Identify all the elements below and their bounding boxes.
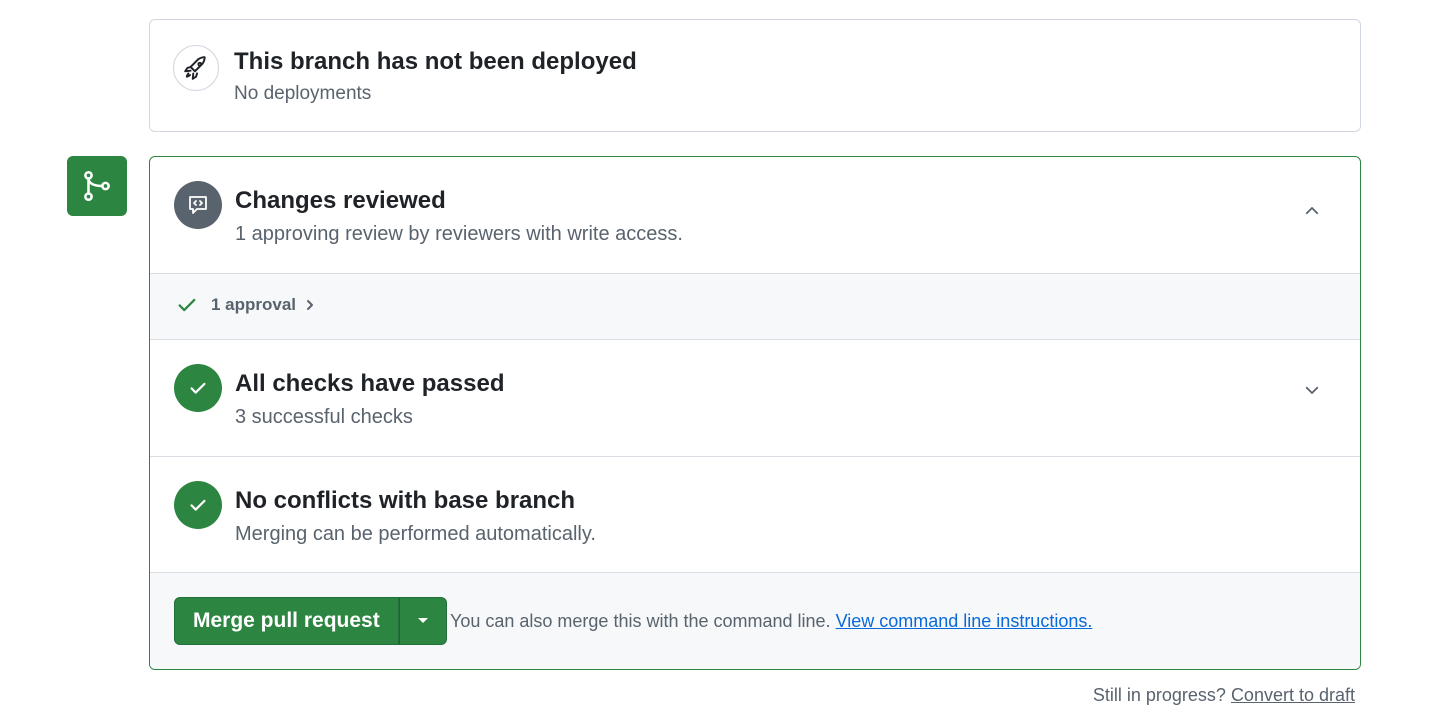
merge-button-group: Merge pull request xyxy=(174,597,447,645)
approval-label: 1 approval xyxy=(211,295,297,314)
code-review-icon xyxy=(174,181,222,229)
chevron-down-icon[interactable] xyxy=(1300,378,1324,402)
chevron-up-icon[interactable] xyxy=(1300,199,1324,223)
chevron-right-icon xyxy=(302,297,318,313)
check-icon xyxy=(176,294,198,316)
merge-status-panel: Changes reviewed 1 approving review by r… xyxy=(149,156,1361,670)
triangle-down-icon xyxy=(416,616,430,626)
review-section: Changes reviewed 1 approving review by r… xyxy=(150,157,1360,273)
draft-text: Still in progress? xyxy=(1092,685,1226,705)
approval-section: 1 approval xyxy=(150,273,1360,340)
checks-subtitle: 3 successful checks xyxy=(235,406,413,428)
deployment-subtitle: No deployments xyxy=(234,83,372,104)
merge-options-dropdown[interactable] xyxy=(398,597,447,645)
checks-title: All checks have passed xyxy=(235,370,505,397)
command-line-instructions-link[interactable]: View command line instructions. xyxy=(836,611,1093,631)
deployment-panel: This branch has not been deployed No dep… xyxy=(149,19,1361,132)
convert-to-draft-link[interactable]: Convert to draft xyxy=(1231,685,1355,705)
rocket-icon xyxy=(173,45,219,91)
deployment-title: This branch has not been deployed xyxy=(234,48,637,75)
merge-pull-request-button[interactable]: Merge pull request xyxy=(174,597,399,645)
conflicts-section: No conflicts with base branch Merging ca… xyxy=(150,457,1360,573)
review-subtitle: 1 approving review by reviewers with wri… xyxy=(235,223,683,245)
conflicts-subtitle: Merging can be performed automatically. xyxy=(235,523,596,545)
review-title: Changes reviewed xyxy=(235,187,446,214)
conflicts-title: No conflicts with base branch xyxy=(235,487,576,514)
merge-hint-text: You can also merge this with the command… xyxy=(450,611,831,631)
git-merge-icon xyxy=(67,156,127,216)
merge-action-section: Merge pull request You can also merge th… xyxy=(150,573,1360,669)
draft-row: Still in progress? Convert to draft xyxy=(1093,685,1355,706)
merge-hint: You can also merge this with the command… xyxy=(450,611,1092,632)
approval-toggle[interactable]: 1 approval xyxy=(176,294,318,316)
check-circle-icon xyxy=(174,481,222,529)
check-circle-icon xyxy=(174,364,222,412)
checks-section: All checks have passed 3 successful chec… xyxy=(150,340,1360,457)
